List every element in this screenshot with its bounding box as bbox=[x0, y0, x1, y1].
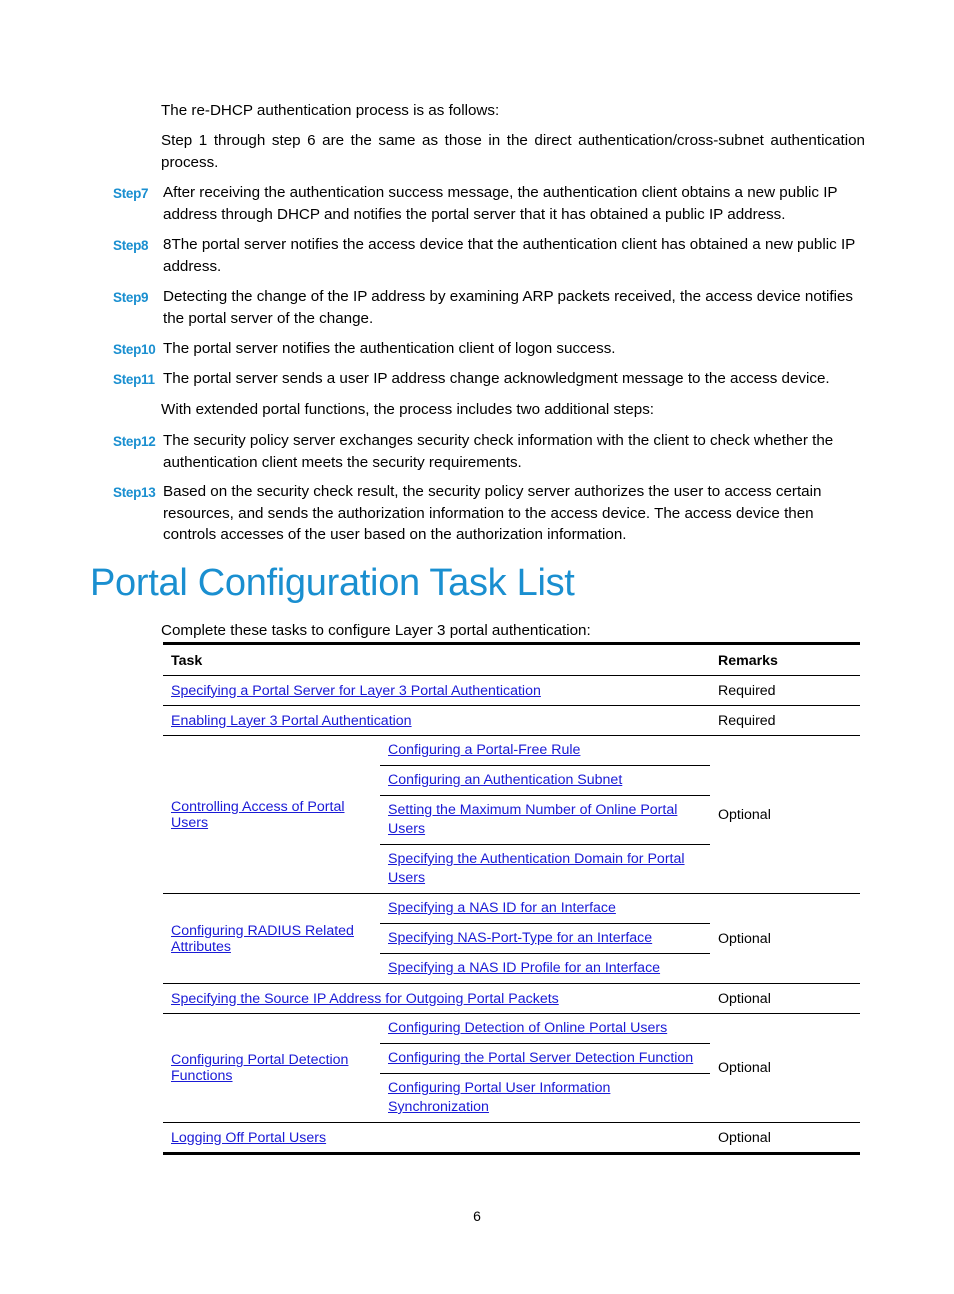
step-text: The security policy server exchanges sec… bbox=[163, 432, 834, 471]
step-item: Step11 The portal server sends a user IP… bbox=[113, 368, 865, 390]
subtask-link[interactable]: Configuring a Portal-Free Rule bbox=[388, 741, 580, 760]
step-text: The portal server notifies the authentic… bbox=[163, 340, 616, 357]
remarks-cell: Optional bbox=[710, 1013, 860, 1123]
step-label: Step11 bbox=[113, 372, 155, 387]
task-link[interactable]: Specifying a Portal Server for Layer 3 P… bbox=[171, 683, 541, 699]
table-row: Enabling Layer 3 Portal Authentication R… bbox=[163, 705, 860, 736]
step-label: Step12 bbox=[113, 434, 156, 449]
step-item: Step13 Based on the security check resul… bbox=[113, 481, 865, 546]
remarks-cell: Required bbox=[710, 675, 860, 706]
step-text: After receiving the authentication succe… bbox=[163, 184, 838, 223]
step-label: Step7 bbox=[113, 186, 149, 201]
task-link[interactable]: Logging Off Portal Users bbox=[171, 1130, 326, 1146]
table-header-row: Task Remarks bbox=[163, 643, 860, 676]
step-text: 8The portal server notifies the access d… bbox=[163, 236, 856, 275]
remarks-cell: Optional bbox=[710, 983, 860, 1014]
step-text: The portal server sends a user IP addres… bbox=[163, 370, 830, 387]
subtask-link[interactable]: Specifying a NAS ID for an Interface bbox=[388, 899, 616, 918]
task-group-link[interactable]: Configuring RADIUS Related Attributes bbox=[171, 923, 354, 955]
step-item: Step12 The security policy server exchan… bbox=[113, 430, 865, 473]
table-row: Configuring RADIUS Related Attributes Sp… bbox=[163, 893, 860, 984]
page-number: 6 bbox=[473, 1208, 481, 1224]
subtask-link[interactable]: Configuring Detection of Online Portal U… bbox=[388, 1019, 667, 1038]
section-title: Portal Configuration Task List bbox=[90, 562, 575, 604]
step-text: Based on the security check result, the … bbox=[163, 483, 822, 543]
task-group-link[interactable]: Configuring Portal Detection Functions bbox=[171, 1052, 348, 1084]
step-item: Step8 8The portal server notifies the ac… bbox=[113, 234, 865, 277]
task-table: Task Remarks Specifying a Portal Server … bbox=[163, 642, 860, 1155]
subtask-link[interactable]: Configuring Portal User Information Sync… bbox=[388, 1079, 702, 1117]
step-item: Step10 The portal server notifies the au… bbox=[113, 338, 865, 360]
subtask-link[interactable]: Configuring an Authentication Subnet bbox=[388, 771, 622, 790]
task-link[interactable]: Enabling Layer 3 Portal Authentication bbox=[171, 713, 412, 729]
step-label: Step9 bbox=[113, 290, 149, 305]
task-group-link[interactable]: Controlling Access of Portal Users bbox=[171, 799, 345, 831]
extended-note: With extended portal functions, the proc… bbox=[161, 401, 655, 418]
table-row: Specifying a Portal Server for Layer 3 P… bbox=[163, 675, 860, 706]
remarks-cell: Optional bbox=[718, 1129, 771, 1146]
table-row: Configuring Portal Detection Functions C… bbox=[163, 1013, 860, 1123]
intro-line-2: Step 1 through step 6 are the same as th… bbox=[161, 132, 865, 171]
table-row: Controlling Access of Portal Users Confi… bbox=[163, 735, 860, 894]
step-text: Detecting the change of the IP address b… bbox=[163, 288, 854, 327]
header-task: Task bbox=[163, 643, 710, 676]
subtask-link[interactable]: Specifying the Authentication Domain for… bbox=[388, 850, 702, 888]
remarks-cell: Required bbox=[710, 705, 860, 736]
subtask-link[interactable]: Setting the Maximum Number of Online Por… bbox=[388, 801, 702, 839]
step-label: Step10 bbox=[113, 342, 156, 357]
table-intro: Complete these tasks to configure Layer … bbox=[161, 622, 591, 639]
table-row: Logging Off Portal Users Optional bbox=[163, 1123, 860, 1154]
intro-line-1: The re-DHCP authentication process is as… bbox=[161, 102, 500, 119]
task-link[interactable]: Specifying the Source IP Address for Out… bbox=[171, 991, 559, 1007]
step-label: Step8 bbox=[113, 238, 149, 253]
subtask-link[interactable]: Specifying a NAS ID Profile for an Inter… bbox=[388, 959, 660, 978]
header-remarks: Remarks bbox=[710, 643, 860, 676]
step-item: Step7 After receiving the authentication… bbox=[113, 182, 865, 225]
remarks-cell: Optional bbox=[710, 893, 860, 984]
table-row: Specifying the Source IP Address for Out… bbox=[163, 983, 860, 1014]
step-item: Step9 Detecting the change of the IP add… bbox=[113, 286, 865, 329]
remarks-cell: Optional bbox=[710, 735, 860, 894]
step-label: Step13 bbox=[113, 485, 156, 500]
subtask-link[interactable]: Specifying NAS-Port-Type for an Interfac… bbox=[388, 929, 652, 948]
subtask-link[interactable]: Configuring the Portal Server Detection … bbox=[388, 1049, 693, 1068]
